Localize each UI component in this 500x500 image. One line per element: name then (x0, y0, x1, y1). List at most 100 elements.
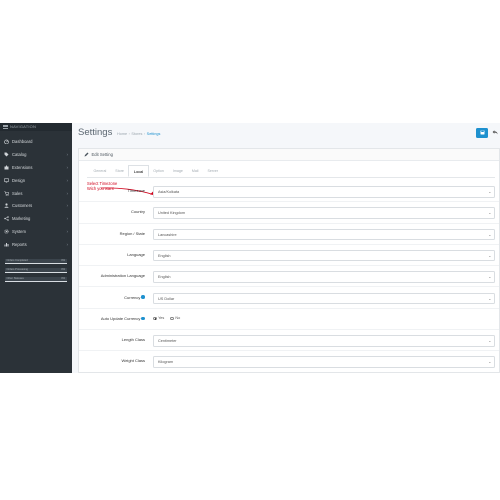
share-icon (4, 216, 9, 222)
auto-update-label: Auto Update Currency (101, 316, 145, 321)
puzzle-icon (4, 165, 9, 170)
form-row-currency: Currency US Dollar ⌄ (79, 288, 499, 309)
sidebar-item-dashboard[interactable]: Dashboard (0, 135, 72, 148)
tab-server[interactable]: Server (203, 165, 223, 177)
tag-icon (4, 152, 9, 157)
length-class-label: Length Class (121, 337, 145, 343)
sidebar-item-label: Marketing (12, 216, 31, 222)
sidebar-item-extensions[interactable]: Extensions › (0, 161, 72, 174)
chevron-right-icon: › (66, 190, 69, 196)
admin-app: NAVIGATION Dashboard Catalog › Extension… (0, 123, 500, 373)
admin-language-label: Administration Language (100, 273, 145, 279)
sidebar-item-label: System (12, 229, 26, 235)
sidebar-item-customers[interactable]: Customers › (0, 199, 72, 212)
breadcrumb: Home › Stores › Settings (117, 132, 160, 136)
form-row-weight-class: Weight Class Kilogram ⌄ (79, 351, 499, 372)
progress-other-statuses: Other Statuses 0% (5, 277, 67, 282)
currency-label: Currency (124, 295, 145, 300)
progress-orders-processing: Orders Processing 0% (5, 268, 67, 273)
gear-icon (4, 229, 9, 234)
sidebar-item-label: Catalog (12, 151, 27, 157)
breadcrumb-separator: › (143, 132, 146, 136)
country-label: Country (130, 209, 145, 215)
sidebar-item-label: Sales (12, 190, 23, 196)
country-select[interactable]: United Kingdom ⌄ (153, 207, 495, 219)
chevron-down-icon: ⌄ (488, 252, 492, 258)
timezone-label: Timezone (127, 188, 145, 193)
timezone-select[interactable]: Asia/Kolkata ⌄ (153, 186, 495, 198)
sidebar-item-label: Extensions (12, 164, 33, 170)
save-button[interactable] (476, 128, 488, 138)
chevron-right-icon: › (66, 203, 69, 209)
auto-update-no-radio[interactable]: No (170, 316, 180, 320)
nav-title-label: NAVIGATION (10, 124, 37, 129)
breadcrumb-settings[interactable]: Settings (147, 132, 161, 136)
chevron-right-icon: › (66, 151, 69, 157)
settings-panel: Edit Setting General Store Local Option … (78, 148, 500, 373)
tab-option[interactable]: Option (149, 165, 169, 177)
chevron-down-icon: ⌄ (488, 274, 492, 280)
chevron-down-icon: ⌄ (488, 189, 492, 194)
language-label: Language (127, 251, 145, 257)
form-row-language: Language English ⌄ (79, 245, 499, 267)
chevron-right-icon: › (66, 164, 69, 170)
sidebar-item-marketing[interactable]: Marketing › (0, 212, 72, 225)
sidebar-item-sales[interactable]: Sales › (0, 187, 72, 200)
form-row-auto-update-currency: Auto Update Currency Yes No (79, 309, 499, 331)
settings-tabs: General Store Local Option Image Mail Se… (89, 165, 223, 177)
weight-class-label: Weight Class (121, 358, 146, 364)
sidebar-item-system[interactable]: System › (0, 225, 72, 238)
tab-store[interactable]: Store (111, 165, 129, 177)
tab-general[interactable]: General (89, 165, 111, 177)
progress-orders-completed: Orders Completed 0% (5, 259, 67, 264)
reply-icon (492, 129, 498, 137)
chevron-right-icon: › (66, 216, 69, 222)
sidebar-item-label: Customers (12, 203, 33, 209)
save-icon (480, 130, 485, 137)
sidebar-item-label: Dashboard (12, 138, 33, 144)
chevron-down-icon: ⌄ (488, 210, 492, 216)
monitor-icon (4, 178, 9, 183)
sidebar-item-label: Design (12, 177, 26, 183)
order-status-progress: Orders Completed 0% Orders Processing 0% O… (0, 259, 72, 282)
form-row-admin-language: Administration Language English ⌄ (79, 266, 499, 288)
tab-local[interactable]: Local (128, 165, 149, 177)
page-title: Settings (78, 127, 113, 138)
chevron-down-icon: ⌄ (488, 338, 492, 344)
admin-language-select[interactable]: English ⌄ (153, 271, 495, 283)
chevron-right-icon: › (66, 242, 69, 248)
pencil-icon (84, 152, 89, 157)
back-button[interactable] (490, 128, 499, 138)
currency-select[interactable]: US Dollar ⌄ (153, 292, 495, 304)
chevron-right-icon: › (66, 177, 69, 183)
tabs-divider (87, 176, 495, 178)
language-select[interactable]: English ⌄ (153, 249, 495, 262)
help-icon[interactable] (141, 316, 145, 321)
form-row-length-class: Length Class Centimeter ⌄ (79, 330, 499, 352)
help-icon[interactable] (141, 295, 145, 299)
radio-unchecked-icon (170, 316, 174, 321)
breadcrumb-separator: › (128, 132, 130, 136)
nav-title: NAVIGATION (0, 123, 72, 131)
tab-image[interactable]: Image (168, 165, 187, 177)
sidebar-item-reports[interactable]: Reports › (0, 238, 72, 251)
menu-icon (3, 124, 8, 130)
region-label: Region / State (119, 230, 145, 236)
sidebar-item-design[interactable]: Design › (0, 174, 72, 187)
chevron-down-icon: ⌄ (488, 359, 492, 365)
weight-class-select[interactable]: Kilogram ⌄ (153, 356, 495, 368)
user-icon (4, 203, 9, 209)
sidebar-item-catalog[interactable]: Catalog › (0, 148, 72, 161)
sidebar: NAVIGATION Dashboard Catalog › Extension… (0, 123, 72, 373)
chevron-right-icon: › (66, 229, 69, 235)
breadcrumb-home[interactable]: Home (117, 132, 127, 136)
auto-update-yes-radio[interactable]: Yes (153, 316, 164, 320)
chevron-down-icon: ⌄ (488, 295, 492, 301)
form-row-timezone: Timezone Asia/Kolkata ⌄ (79, 181, 499, 203)
bar-chart-icon (4, 242, 9, 247)
sidebar-menu: Dashboard Catalog › Extensions › Design … (0, 135, 72, 251)
tab-mail[interactable]: Mail (187, 165, 203, 177)
length-class-select[interactable]: Centimeter ⌄ (153, 335, 495, 347)
breadcrumb-stores[interactable]: Stores (131, 132, 142, 136)
region-select[interactable]: Lancashire ⌄ (153, 228, 495, 241)
